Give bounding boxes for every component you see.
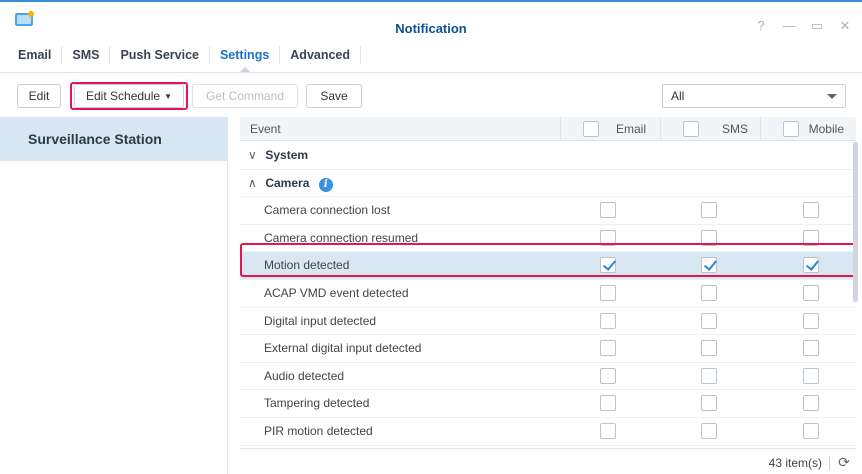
- column-header-event: Event: [250, 122, 281, 136]
- sidebar: Surveillance Station: [0, 117, 228, 474]
- email-checkbox[interactable]: [600, 257, 616, 274]
- sms-checkbox[interactable]: [701, 340, 717, 357]
- table-row[interactable]: Tampering detected: [240, 390, 856, 418]
- window-controls: ? — ▭ ✕: [754, 19, 852, 33]
- grid-scrollbar[interactable]: [853, 142, 858, 302]
- titlebar: Notification ? — ▭ ✕: [0, 4, 862, 36]
- email-checkbox[interactable]: [600, 312, 616, 329]
- close-icon[interactable]: ✕: [838, 19, 852, 33]
- event-label: Camera connection lost: [264, 203, 391, 218]
- event-label: Digital input detected: [264, 313, 377, 328]
- sms-checkbox[interactable]: [701, 284, 717, 301]
- column-header-email: Email: [560, 117, 658, 141]
- event-label: Camera connection resumed: [264, 230, 419, 245]
- column-header-sms: SMS: [660, 117, 760, 141]
- table-row[interactable]: Audio detected: [240, 363, 856, 391]
- mobile-checkbox[interactable]: [803, 229, 819, 246]
- tab-push-service[interactable]: Push Service: [110, 40, 209, 72]
- edit-schedule-button[interactable]: Edit Schedule ▼: [74, 84, 184, 108]
- window-title: Notification: [395, 21, 467, 36]
- edit-button[interactable]: Edit: [17, 84, 61, 108]
- table-row[interactable]: External digital input detected: [240, 335, 856, 363]
- select-all-sms-checkbox[interactable]: [683, 121, 699, 137]
- sms-checkbox[interactable]: [701, 367, 717, 384]
- email-checkbox[interactable]: [600, 422, 616, 439]
- item-count: 43 item(s): [768, 456, 822, 470]
- tab-bar: Email SMS Push Service Settings Advanced: [0, 40, 362, 73]
- mobile-checkbox[interactable]: [803, 312, 819, 329]
- select-all-mobile-checkbox[interactable]: [783, 121, 799, 137]
- grid-rows: ∨ System ∧ Camera i Camera connection lo…: [240, 142, 856, 446]
- mobile-checkbox[interactable]: [803, 367, 819, 384]
- save-button[interactable]: Save: [306, 84, 362, 108]
- chevron-up-icon: ∧: [248, 175, 257, 190]
- group-label: Camera: [265, 175, 310, 190]
- mobile-checkbox[interactable]: [803, 395, 819, 412]
- help-icon[interactable]: ?: [754, 19, 768, 33]
- email-checkbox[interactable]: [600, 284, 616, 301]
- column-header-mobile-label: Mobile: [808, 122, 844, 136]
- event-label: External digital input detected: [264, 341, 422, 356]
- sms-checkbox[interactable]: [701, 395, 717, 412]
- notification-grid: Event Email SMS Mobile ∨ System ∧ Camera: [240, 117, 856, 474]
- sms-checkbox[interactable]: [701, 422, 717, 439]
- filter-select[interactable]: All: [662, 84, 846, 108]
- table-row[interactable]: ACAP VMD event detected: [240, 280, 856, 308]
- event-label: Motion detected: [264, 258, 350, 273]
- refresh-icon[interactable]: ⟳: [836, 454, 852, 470]
- event-label: ACAP VMD event detected: [264, 285, 409, 300]
- tab-advanced[interactable]: Advanced: [280, 40, 360, 72]
- grid-footer: 43 item(s) ⟳: [240, 448, 856, 474]
- table-row[interactable]: Camera connection lost: [240, 197, 856, 225]
- tabs-divider-line: [0, 72, 862, 73]
- mobile-checkbox[interactable]: [803, 257, 819, 274]
- email-checkbox[interactable]: [600, 202, 616, 219]
- footer-divider: [829, 456, 830, 470]
- column-header-sms-label: SMS: [721, 122, 748, 136]
- email-checkbox[interactable]: [600, 229, 616, 246]
- sms-checkbox[interactable]: [701, 312, 717, 329]
- sms-checkbox[interactable]: [701, 257, 717, 274]
- grid-header: Event Email SMS Mobile: [240, 117, 856, 141]
- sidebar-item-surveillance-station[interactable]: Surveillance Station: [0, 117, 227, 161]
- table-row[interactable]: Camera connection resumed: [240, 225, 856, 253]
- minimize-icon[interactable]: —: [782, 19, 796, 33]
- tab-divider: [360, 46, 362, 64]
- chevron-down-icon: [827, 94, 837, 99]
- group-row-camera[interactable]: ∧ Camera i: [240, 170, 856, 198]
- event-label: Tampering detected: [264, 396, 370, 411]
- sms-checkbox[interactable]: [701, 202, 717, 219]
- maximize-icon[interactable]: ▭: [810, 19, 824, 33]
- table-row[interactable]: PIR motion detected: [240, 418, 856, 446]
- group-label: System: [265, 148, 309, 162]
- tab-email[interactable]: Email: [8, 40, 61, 72]
- event-label: PIR motion detected: [264, 423, 373, 438]
- caret-down-icon: ▼: [164, 92, 172, 101]
- email-checkbox[interactable]: [600, 367, 616, 384]
- info-icon[interactable]: i: [318, 177, 333, 192]
- get-command-button[interactable]: Get Command: [192, 84, 298, 108]
- column-header-email-label: Email: [615, 122, 646, 136]
- tab-sms[interactable]: SMS: [62, 40, 109, 72]
- group-row-system[interactable]: ∨ System: [240, 142, 856, 170]
- select-all-email-checkbox[interactable]: [583, 121, 599, 137]
- notification-window: Notification ? — ▭ ✕ Email SMS Push Serv…: [0, 0, 862, 474]
- table-row[interactable]: Digital input detected: [240, 308, 856, 336]
- mobile-checkbox[interactable]: [803, 422, 819, 439]
- edit-schedule-label: Edit Schedule: [86, 89, 161, 103]
- table-row-selected[interactable]: Motion detected: [240, 252, 856, 280]
- mobile-checkbox[interactable]: [803, 202, 819, 219]
- mobile-checkbox[interactable]: [803, 340, 819, 357]
- tab-settings[interactable]: Settings: [210, 40, 279, 73]
- sms-checkbox[interactable]: [701, 229, 717, 246]
- filter-select-value: All: [671, 89, 685, 103]
- toolbar: Edit Edit Schedule ▼ Get Command Save All: [0, 82, 862, 112]
- column-header-mobile: Mobile: [760, 117, 856, 141]
- event-label: Audio detected: [264, 368, 345, 383]
- mobile-checkbox[interactable]: [803, 284, 819, 301]
- email-checkbox[interactable]: [600, 395, 616, 412]
- chevron-down-icon: ∨: [248, 148, 257, 162]
- email-checkbox[interactable]: [600, 340, 616, 357]
